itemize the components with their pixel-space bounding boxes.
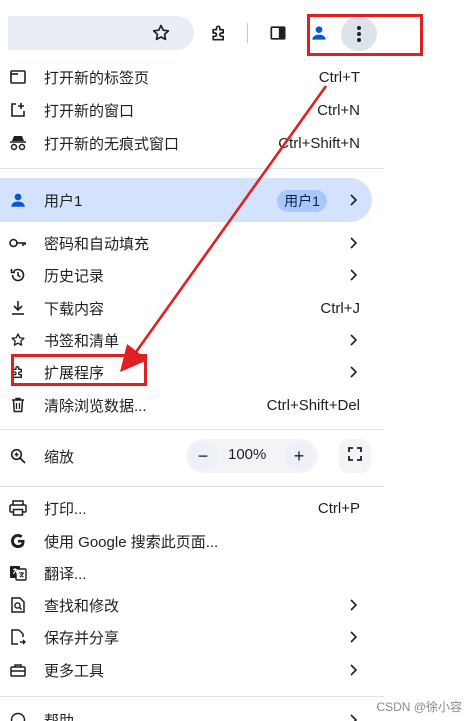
shortcut: Ctrl+J [320,299,360,317]
menu-item-label: 下载内容 [44,300,105,318]
history-icon [8,265,28,285]
menu-item-downloads[interactable]: 下载内容 Ctrl+J [0,292,372,324]
chevron-right-icon [348,236,358,250]
zoom-in-button[interactable]: + [284,441,314,471]
menu-item-help[interactable]: 帮助 [0,704,372,721]
annotation-box-menu-button [307,14,423,56]
shortcut: Ctrl+Shift+Del [266,396,360,414]
user-badge: 用户1 [277,190,327,212]
chevron-right-icon [348,333,358,347]
trash-icon [8,395,28,415]
google-icon [8,531,28,551]
menu-item-label: 历史记录 [44,267,105,285]
side-panel-icon[interactable] [262,17,294,49]
find-icon [8,595,28,615]
menu-item-new-window[interactable]: 打开新的窗口 Ctrl+N [0,94,372,126]
menu-item-incognito[interactable]: 打开新的无痕式窗口 Ctrl+Shift+N [0,127,372,159]
shortcut: Ctrl+P [317,499,360,517]
zoom-level: 100% [228,446,267,463]
fullscreen-icon [348,446,362,466]
menu-item-label: 更多工具 [44,662,105,680]
user-name: 用户1 [44,192,83,210]
menu-item-label: 打印... [44,500,87,518]
menu-item-label: 书签和清单 [44,332,120,350]
menu-item-label: 密码和自动填充 [44,235,150,253]
menu-item-label: 打开新的无痕式窗口 [44,135,180,153]
watermark: CSDN @徐小容 [376,700,462,714]
menu-item-bookmarks[interactable]: 书签和清单 [0,324,372,356]
menu-item-history[interactable]: 历史记录 [0,259,372,291]
star-icon[interactable] [145,17,177,49]
menu-item-google-search[interactable]: 使用 Google 搜索此页面... [0,525,372,557]
menu-item-label: 使用 Google 搜索此页面... [44,533,219,551]
tools-icon [8,660,28,680]
shortcut: Ctrl+T [318,68,360,86]
toolbar-separator [247,23,248,43]
zoom-icon [8,446,28,466]
shortcut: Ctrl+N [317,101,360,119]
menu-item-label: 打开新的窗口 [44,102,135,120]
menu-item-label: 翻译... [44,565,87,583]
menu-divider [0,486,384,487]
zoom-out-button[interactable]: − [188,441,218,471]
download-icon [8,298,28,318]
chevron-right-icon [348,268,358,282]
bookmark-star-icon [8,330,28,350]
translate-icon [8,563,28,583]
menu-item-find-edit[interactable]: 查找和修改 [0,589,372,621]
shortcut: Ctrl+Shift+N [278,134,360,152]
menu-item-print[interactable]: 打印... Ctrl+P [0,492,372,524]
menu-divider [0,696,384,697]
chevron-right-icon [348,630,358,644]
chevron-right-icon [348,713,358,721]
menu-item-label: 保存并分享 [44,629,120,647]
menu-item-label: 打开新的标签页 [44,69,150,87]
menu-item-new-tab[interactable]: 打开新的标签页 Ctrl+T [0,61,372,93]
new-tab-icon [8,67,28,87]
zoom-label: 缩放 [44,448,75,466]
profile-icon [8,190,28,210]
menu-item-more-tools[interactable]: 更多工具 [0,654,372,686]
menu-item-passwords[interactable]: 密码和自动填充 [0,227,372,259]
help-icon [8,710,28,721]
chevron-right-icon [348,365,358,379]
chevron-right-icon [348,193,358,207]
menu-item-label: 查找和修改 [44,597,120,615]
menu-item-save-share[interactable]: 保存并分享 [0,621,372,653]
menu-item-translate[interactable]: 翻译... [0,557,372,589]
save-share-icon [8,627,28,647]
extensions-puzzle-icon[interactable] [203,17,235,49]
chevron-right-icon [348,663,358,677]
annotation-box-extensions [11,354,147,386]
menu-item-label: 帮助 [44,712,75,721]
fullscreen-button[interactable] [339,439,371,473]
chevron-right-icon [348,598,358,612]
menu-item-label: 清除浏览数据... [44,397,147,415]
incognito-icon [8,133,28,153]
menu-item-clear-data[interactable]: 清除浏览数据... Ctrl+Shift+Del [0,389,372,421]
new-window-icon [8,100,28,120]
menu-divider [0,168,384,169]
key-icon [8,233,28,253]
menu-divider [0,429,384,430]
print-icon [8,498,28,518]
